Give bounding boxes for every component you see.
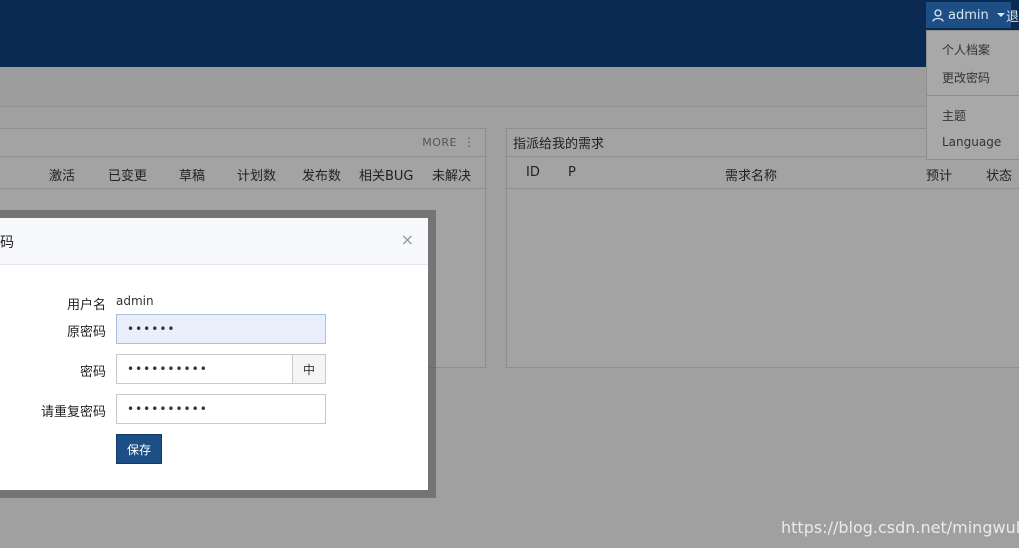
logout-link[interactable]: 退: [1006, 6, 1019, 25]
menu-item-profile[interactable]: 个人档案: [942, 41, 990, 58]
modal-header: 密码 ×: [0, 218, 428, 265]
column-header: 未解决: [432, 169, 472, 184]
column-header: 发布数: [302, 169, 342, 184]
user-icon: [932, 8, 944, 22]
column-header: 预计: [926, 169, 953, 184]
menu-item-language[interactable]: Language: [942, 135, 1001, 149]
old-password-row: 原密码 ••••••: [0, 314, 428, 344]
right-panel: 指派给我的需求 ID P 需求名称 预计 状态: [506, 128, 1019, 368]
panel-title: 指派给我的需求: [513, 137, 605, 152]
password-label: 密码: [79, 365, 106, 380]
column-header: 相关BUG: [359, 169, 414, 184]
column-header: 激活: [49, 169, 76, 184]
menu-divider: [927, 95, 1019, 96]
username-row: 用户名 admin: [0, 287, 428, 317]
old-password-input[interactable]: ••••••: [116, 314, 326, 344]
user-dropdown-menu: 个人档案 更改密码 主题 Language: [926, 30, 1019, 160]
password-strength-addon: 中: [292, 354, 326, 384]
modal-title: 密码: [0, 235, 14, 251]
right-table-header: ID P 需求名称 预计 状态: [507, 157, 1019, 189]
save-button[interactable]: 保存: [116, 434, 162, 464]
password-row: 密码 •••••••••• 中: [0, 354, 428, 384]
change-password-modal: 密码 × 用户名 admin 原密码 •••••• 密码 •••••••••• …: [0, 218, 428, 490]
user-name: admin: [948, 7, 989, 23]
chevron-down-icon: [996, 13, 1005, 17]
repeat-password-input[interactable]: ••••••••••: [116, 394, 326, 424]
username-label: 用户名: [66, 298, 106, 313]
repeat-password-row: 请重复密码 ••••••••••: [0, 394, 428, 424]
top-header: admin 退: [0, 0, 1019, 67]
column-header: ID: [526, 165, 540, 180]
username-value: admin: [116, 294, 154, 308]
column-header: 已变更: [108, 169, 148, 184]
old-password-label: 原密码: [66, 325, 106, 340]
column-header: 计划数: [237, 169, 277, 184]
column-header: 草稿: [179, 169, 206, 184]
repeat-password-label: 请重复密码: [40, 405, 106, 420]
kebab-menu-icon[interactable]: ⋮: [463, 135, 475, 149]
left-table-header: 激活 已变更 草稿 计划数 发布数 相关BUG 未解决: [0, 157, 485, 189]
column-header: P: [568, 165, 576, 180]
close-icon[interactable]: ×: [401, 230, 414, 249]
watermark-text: https://blog.csdn.net/mingwulipo: [781, 518, 1019, 537]
column-header: 需求名称: [725, 169, 778, 184]
column-header: 状态: [986, 169, 1013, 184]
left-panel-header: MORE ⋮: [0, 129, 485, 157]
user-menu-button[interactable]: admin: [926, 2, 1011, 28]
menu-item-theme[interactable]: 主题: [942, 107, 966, 124]
password-input[interactable]: ••••••••••: [116, 354, 293, 384]
sub-navbar: [0, 67, 1019, 107]
more-link[interactable]: MORE: [422, 136, 457, 149]
menu-item-change-password[interactable]: 更改密码: [942, 69, 990, 86]
